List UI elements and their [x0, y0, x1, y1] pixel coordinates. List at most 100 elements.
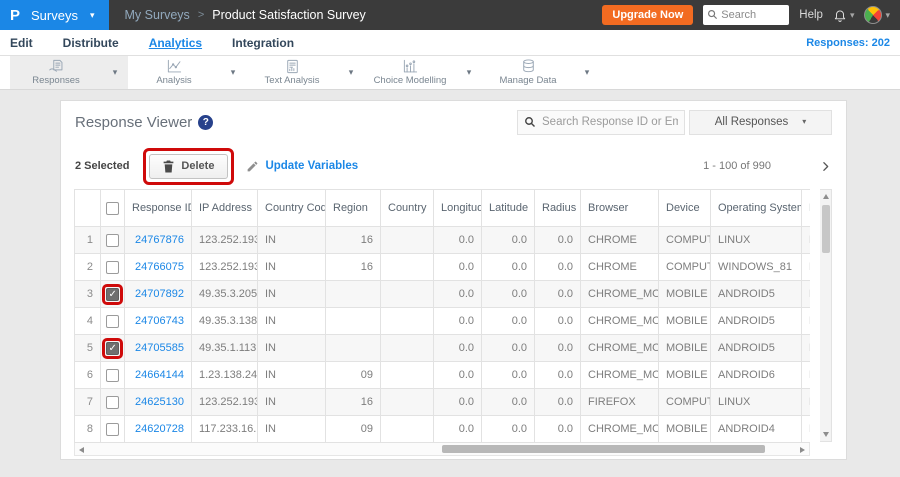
toolbar-choice-modelling[interactable]: Choice Modelling ▾: [364, 56, 482, 89]
column-header[interactable]: IP Address: [191, 189, 258, 227]
cell-country-code: IN: [257, 307, 326, 335]
pencil-icon: [248, 161, 258, 171]
column-header[interactable]: Response ID: [124, 189, 192, 227]
chevron-down-icon[interactable]: ▾: [102, 56, 128, 89]
cell-region: 16: [325, 388, 381, 416]
survey-menu: Edit Distribute Analytics Integration Re…: [0, 30, 900, 56]
upgrade-now-button[interactable]: Upgrade Now: [602, 5, 694, 25]
cell-operating-system: LINUX: [710, 226, 802, 254]
row-number: 5: [74, 334, 101, 362]
table-viewport: Response IDIP AddressCountry CodeRegionC…: [74, 189, 810, 443]
column-header[interactable]: Country Code: [257, 189, 326, 227]
cell-device: COMPUTER: [658, 388, 711, 416]
cell-latitude: 0.0: [481, 280, 535, 308]
cell-country-code: IN: [257, 415, 326, 443]
notifications-menu[interactable]: ▾: [833, 8, 854, 22]
response-filter-dropdown[interactable]: All Responses ▾: [689, 109, 832, 135]
row-checkbox[interactable]: [106, 341, 119, 355]
response-id-link[interactable]: 24625130: [124, 388, 192, 416]
toolbar-manage-data[interactable]: Manage Data ▾: [482, 56, 600, 89]
column-header[interactable]: Country: [380, 189, 434, 227]
row-number: 2: [74, 253, 101, 281]
questionpro-logo: P: [10, 6, 20, 24]
row-checkbox-cell: [100, 388, 125, 416]
cell-browser: CHROME: [580, 226, 659, 254]
account-menu[interactable]: ▾: [864, 6, 890, 24]
responses-count[interactable]: Responses: 202: [806, 37, 890, 49]
toolbar-analysis[interactable]: Analysis ▾: [128, 56, 246, 89]
breadcrumb-separator: >: [197, 9, 205, 21]
cell-radius: 0.0: [534, 415, 581, 443]
row-checkbox[interactable]: [106, 395, 119, 409]
cell-ip-address: 123.252.193.148: [191, 388, 258, 416]
table-row: 4 24706743 49.35.3.138 IN 0.0 0.0 0.0 CHROME_MO…: [74, 307, 810, 335]
row-number: 7: [74, 388, 101, 416]
update-variables-button[interactable]: Update Variables: [246, 160, 358, 173]
tab-edit[interactable]: Edit: [10, 36, 33, 50]
chevron-down-icon[interactable]: ▾: [220, 56, 246, 89]
vertical-scroll-thumb[interactable]: [821, 205, 830, 253]
scroll-right-arrow[interactable]: [800, 446, 805, 453]
horizontal-scroll-thumb[interactable]: [442, 445, 765, 453]
table-row: 6 24664144 1.23.138.24 IN 09 0.0 0.0 0.0 CHROME_…: [74, 361, 810, 389]
response-search-input[interactable]: [517, 109, 685, 135]
checkbox-wrapper: [102, 230, 123, 251]
next-page-button[interactable]: [819, 160, 832, 173]
column-header[interactable]: Longitude: [433, 189, 482, 227]
cell-operating-system: LINUX: [710, 388, 802, 416]
column-header[interactable]: Latitude: [481, 189, 535, 227]
header-checkbox-cell: [100, 189, 125, 227]
breadcrumb: My Surveys > Product Satisfaction Survey: [125, 8, 366, 22]
select-all-checkbox[interactable]: [106, 201, 119, 215]
response-id-link[interactable]: 24767876: [124, 226, 192, 254]
breadcrumb-my-surveys[interactable]: My Surveys: [125, 8, 190, 22]
row-checkbox[interactable]: [106, 368, 119, 382]
row-checkbox[interactable]: [106, 287, 119, 301]
help-icon[interactable]: ?: [198, 114, 214, 130]
table-row: 724625130123.252.193.148IN160.00.00.0FIR…: [74, 388, 810, 416]
response-id-link[interactable]: 24620728: [124, 415, 192, 443]
tab-analytics[interactable]: Analytics: [149, 36, 202, 50]
vertical-scrollbar[interactable]: [820, 189, 832, 442]
response-id-link[interactable]: 24706743: [124, 307, 192, 335]
cell-browser: CHROME_MOBILE: [580, 361, 659, 389]
help-link[interactable]: Help: [799, 9, 823, 21]
table-row: 124767876123.252.193.148IN160.00.00.0CHR…: [74, 226, 810, 254]
row-checkbox[interactable]: [106, 422, 119, 436]
toolbar-responses[interactable]: Responses ▾: [10, 56, 128, 89]
cell-latitude: 0.0: [481, 253, 535, 281]
tab-distribute[interactable]: Distribute: [63, 36, 119, 50]
delete-button[interactable]: Delete: [149, 153, 229, 179]
tab-integration[interactable]: Integration: [232, 36, 294, 50]
response-id-link[interactable]: 24766075: [124, 253, 192, 281]
row-checkbox[interactable]: [106, 314, 119, 328]
surveys-product-menu[interactable]: P Surveys ▾: [0, 0, 109, 30]
chevron-down-icon[interactable]: ▾: [338, 56, 364, 89]
cell-country-code: IN: [257, 253, 326, 281]
pagination-range: 1 - 100 of 990: [703, 160, 771, 172]
scroll-up-arrow[interactable]: [822, 194, 829, 199]
cell-language: English: [801, 361, 810, 389]
toolbar-text-analysis[interactable]: Text Analysis ▾: [246, 56, 364, 89]
column-header[interactable]: Radius: [534, 189, 581, 227]
column-header[interactable]: Region: [325, 189, 381, 227]
row-checkbox[interactable]: [106, 233, 119, 247]
response-id-link[interactable]: 24664144: [124, 361, 192, 389]
cell-operating-system: WINDOWS_81: [710, 253, 802, 281]
response-id-link[interactable]: 24705585: [124, 334, 192, 362]
scroll-down-arrow[interactable]: [822, 432, 829, 437]
row-checkbox-cell: [100, 226, 125, 254]
column-header[interactable]: Browser: [580, 189, 659, 227]
horizontal-scrollbar[interactable]: [74, 443, 810, 456]
chevron-down-icon[interactable]: ▾: [574, 56, 600, 89]
column-header[interactable]: Device: [658, 189, 711, 227]
column-header[interactable]: Language: [801, 189, 810, 227]
row-checkbox[interactable]: [106, 260, 119, 274]
cell-radius: 0.0: [534, 226, 581, 254]
response-id-link[interactable]: 24707892: [124, 280, 192, 308]
chevron-down-icon[interactable]: ▾: [456, 56, 482, 89]
cell-language: English: [801, 280, 810, 308]
text-analysis-icon: [286, 59, 298, 74]
column-header[interactable]: Operating System: [710, 189, 802, 227]
scroll-left-arrow[interactable]: [79, 446, 84, 453]
